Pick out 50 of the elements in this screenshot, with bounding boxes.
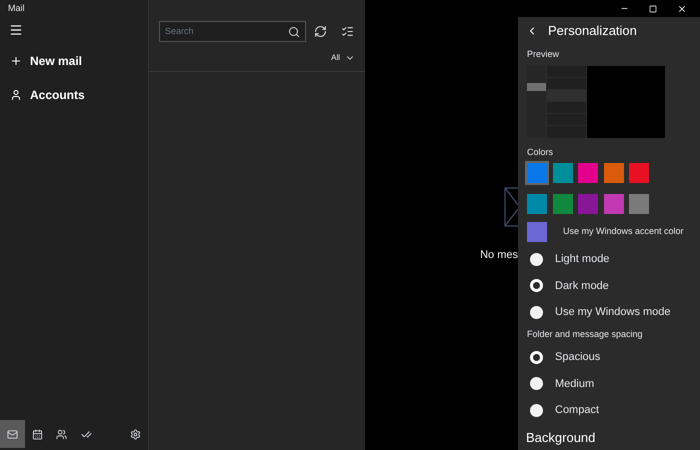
checkmarks-icon [81,428,92,440]
close-icon [677,4,687,14]
calendar-icon [32,428,43,440]
color-swatch[interactable] [578,163,598,183]
radio-option[interactable]: Medium [518,370,700,397]
settings-icon [130,428,142,440]
panel-title: Personalization [548,22,637,40]
color-swatch[interactable] [604,194,624,214]
radio-option[interactable]: Dark mode [518,272,700,299]
close-button[interactable] [677,4,687,14]
swatch-label: Use my Windows accent color [563,225,684,238]
section-label: Preview [526,48,560,61]
color-swatch[interactable] [604,163,624,183]
search-field[interactable]: Search [159,21,306,42]
section-label: Folder and message spacing [526,328,644,341]
empty-message: No mes [480,248,518,263]
filter-dropdown[interactable]: All [331,52,355,64]
select-button[interactable] [341,25,354,38]
maximize-button[interactable] [649,4,657,12]
checklist-icon [341,25,354,38]
radio-option[interactable]: Compact [518,397,700,424]
maximize-icon [649,4,657,12]
search-input[interactable]: Search [165,24,288,38]
radio-circle[interactable] [530,350,543,364]
search-icon[interactable] [288,26,300,38]
color-swatch[interactable] [552,163,573,183]
person-icon [10,89,22,101]
sync-button[interactable] [314,25,327,38]
color-swatch[interactable] [527,222,547,242]
sync-icon [314,25,327,38]
section-label: Colors [526,146,554,158]
section-heading: Background [525,428,596,447]
radio-option[interactable]: Spacious [518,344,700,370]
radio-circle[interactable] [530,279,543,292]
window-title: Mail [7,2,26,16]
radio-option[interactable]: Use my Windows mode [518,299,700,326]
sidebar-item[interactable]: Accounts [0,82,148,108]
color-swatch[interactable] [552,194,573,214]
color-swatch[interactable] [629,194,650,214]
mail-icon [6,428,18,440]
plus-icon [10,55,22,67]
envelope-icon [504,186,518,227]
menu-icon [9,23,23,37]
color-swatch[interactable] [527,194,547,214]
people-icon [56,428,68,440]
color-swatch[interactable] [629,163,650,183]
color-swatch[interactable] [527,163,547,183]
sidebar-item[interactable]: New mail [0,48,148,74]
radio-option[interactable]: Light mode [518,246,700,272]
color-swatch[interactable] [578,194,598,214]
